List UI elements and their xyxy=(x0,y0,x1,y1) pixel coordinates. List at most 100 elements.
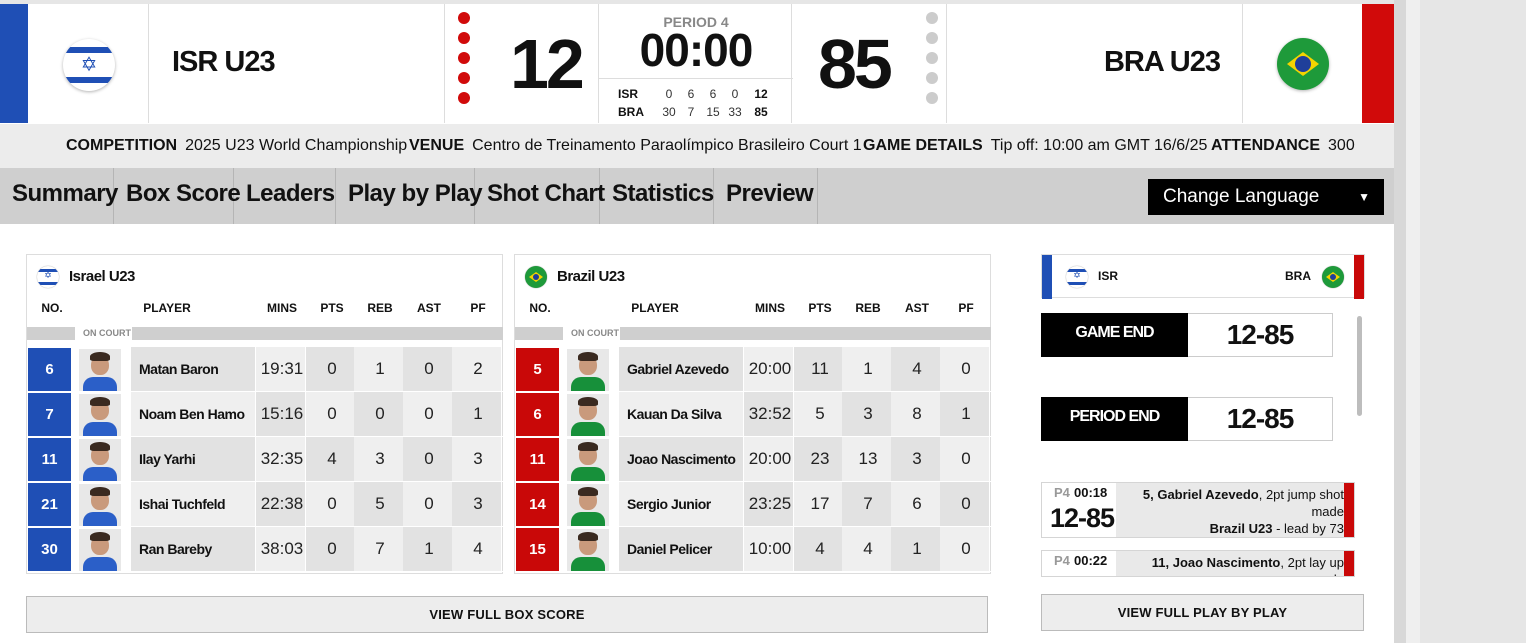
player-name[interactable]: Ran Bareby xyxy=(139,527,212,571)
table-row[interactable]: 6 Kauan Da Silva 32:52 5 3 8 1 xyxy=(515,392,992,437)
stat-pf: 3 xyxy=(473,494,483,513)
player-photo xyxy=(567,439,609,481)
stat-pts: 17 xyxy=(810,494,830,513)
game-details-info: GAME DETAILS Tip off: 10:00 am GMT 16/6/2… xyxy=(863,137,1208,154)
change-language-select[interactable]: Change Language ▼ xyxy=(1148,179,1384,215)
stat-pts: 11 xyxy=(811,359,829,378)
game-info-bar: COMPETITION 2025 U23 World Championship V… xyxy=(0,124,1394,168)
tab-summary[interactable]: Summary xyxy=(0,168,118,224)
table-row[interactable]: 7 Noam Ben Hamo 15:16 0 0 0 1 xyxy=(27,392,504,437)
attendance-info: ATTENDANCE 300 xyxy=(1211,137,1355,154)
player-number: 14 xyxy=(516,483,559,526)
stat-ast: 3 xyxy=(912,449,922,468)
stat-pf: 2 xyxy=(473,359,483,378)
player-name[interactable]: Noam Ben Hamo xyxy=(139,392,245,436)
stat-mins: 10:00 xyxy=(748,539,792,558)
stat-mins: 32:52 xyxy=(748,404,792,423)
away-team-name[interactable]: BRA U23 xyxy=(1104,46,1221,79)
player-photo xyxy=(79,484,121,526)
away-box-score-panel: Brazil U23 NO. PLAYER MINS PTS REB AST P… xyxy=(514,254,992,574)
stat-reb: 0 xyxy=(375,404,385,423)
table-header: NO. PLAYER MINS PTS REB AST PF xyxy=(41,301,486,315)
player-photo xyxy=(79,394,121,436)
player-name[interactable]: Gabriel Azevedo xyxy=(627,347,729,391)
table-row[interactable]: 21 Ishai Tuchfeld 22:38 0 5 0 3 xyxy=(27,482,504,527)
tab-leaders[interactable]: Leaders xyxy=(234,168,336,224)
home-player-rows: 6 Matan Baron 19:31 0 1 0 2 7 Noam Ben Hamo 15:16… xyxy=(27,347,504,572)
stat-mins: 22:38 xyxy=(260,494,304,513)
stat-reb: 7 xyxy=(375,539,385,558)
player-name[interactable]: Daniel Pelicer xyxy=(627,527,712,571)
tab-shot-chart[interactable]: Shot Chart xyxy=(475,168,605,224)
pbp-scrollbar[interactable] xyxy=(1357,316,1362,416)
stat-pts: 5 xyxy=(815,404,825,423)
table-row[interactable]: 6 Matan Baron 19:31 0 1 0 2 xyxy=(27,347,504,392)
table-row[interactable]: 11 Joao Nascimento 20:00 23 13 3 0 xyxy=(515,437,992,482)
stat-ast: 8 xyxy=(912,404,922,423)
israel-flag-icon: ✡ xyxy=(1066,266,1088,288)
game-clock: 00:00 xyxy=(639,24,754,76)
stat-mins: 19:31 xyxy=(260,359,304,378)
page: ✡ ISR U23 12 PERIOD 4 00:00 ISR 0 6 6 0 … xyxy=(0,0,1394,643)
home-score: 12 xyxy=(510,25,585,103)
player-name[interactable]: Kauan Da Silva xyxy=(627,392,722,436)
table-row[interactable]: 15 Daniel Pelicer 10:00 4 4 1 0 xyxy=(515,527,992,572)
view-full-box-score-button[interactable]: VIEW FULL BOX SCORE xyxy=(26,596,988,633)
israel-flag-icon: ✡ xyxy=(37,266,59,288)
player-photo xyxy=(567,484,609,526)
player-number: 11 xyxy=(28,438,71,481)
player-number: 30 xyxy=(28,528,71,571)
tab-box-score[interactable]: Box Score xyxy=(114,168,241,224)
table-row[interactable]: 14 Sergio Junior 23:25 17 7 6 0 xyxy=(515,482,992,527)
player-number: 7 xyxy=(28,393,71,436)
player-name[interactable]: Sergio Junior xyxy=(627,482,711,526)
player-number: 5 xyxy=(516,348,559,391)
stat-mins: 38:03 xyxy=(260,539,304,558)
stat-ast: 6 xyxy=(912,494,922,513)
home-fouls-indicator xyxy=(458,12,470,112)
away-panel-title: Brazil U23 xyxy=(557,268,625,285)
venue-info: VENUE Centro de Treinamento Paraolímpico … xyxy=(409,137,862,154)
window-edge xyxy=(1406,0,1420,643)
pbp-home-code: ISR xyxy=(1098,269,1119,283)
player-name[interactable]: Ishai Tuchfeld xyxy=(139,482,226,526)
pbp-away-code: BRA xyxy=(1285,269,1311,283)
player-photo xyxy=(79,529,121,571)
player-name[interactable]: Matan Baron xyxy=(139,347,219,391)
tab-play-by-play[interactable]: Play by Play xyxy=(336,168,483,224)
stat-pf: 0 xyxy=(961,494,971,513)
table-row[interactable]: 30 Ran Bareby 38:03 0 7 1 4 xyxy=(27,527,504,572)
stat-reb: 3 xyxy=(863,404,873,423)
table-header: NO. PLAYER MINS PTS REB AST PF xyxy=(529,301,974,315)
stat-pts: 0 xyxy=(327,359,337,378)
pbp-event: GAME END 12-85 xyxy=(1041,313,1333,357)
stat-reb: 7 xyxy=(863,494,873,513)
divider xyxy=(444,4,445,123)
stat-mins: 15:16 xyxy=(260,404,304,423)
on-court-divider: ON COURT xyxy=(27,327,504,340)
player-number: 6 xyxy=(516,393,559,436)
player-name[interactable]: Ilay Yarhi xyxy=(139,437,196,481)
stat-reb: 5 xyxy=(375,494,385,513)
player-photo xyxy=(567,349,609,391)
table-row[interactable]: 11 Ilay Yarhi 32:35 4 3 0 3 xyxy=(27,437,504,482)
stat-reb: 3 xyxy=(375,449,385,468)
tab-statistics[interactable]: Statistics xyxy=(600,168,714,224)
stat-pts: 0 xyxy=(327,539,337,558)
home-panel-title: Israel U23 xyxy=(69,268,135,285)
stat-mins: 23:25 xyxy=(748,494,792,513)
stat-pts: 23 xyxy=(810,449,830,468)
stat-pf: 1 xyxy=(473,404,483,423)
table-row[interactable]: 5 Gabriel Azevedo 20:00 11 1 4 0 xyxy=(515,347,992,392)
stat-reb: 1 xyxy=(375,359,385,378)
player-photo xyxy=(79,349,121,391)
pbp-event: PERIOD END 12-85 xyxy=(1041,397,1333,441)
israel-flag-icon: ✡ xyxy=(63,39,115,91)
player-name[interactable]: Joao Nascimento xyxy=(627,437,736,481)
view-full-play-by-play-button[interactable]: VIEW FULL PLAY BY PLAY xyxy=(1041,594,1364,631)
home-team-name[interactable]: ISR U23 xyxy=(172,46,276,79)
tab-preview[interactable]: Preview xyxy=(714,168,818,224)
quarter-row-away: BRA 30 7 15 33 85 xyxy=(618,105,768,119)
stat-pf: 0 xyxy=(961,539,971,558)
on-court-divider: ON COURT xyxy=(515,327,992,340)
